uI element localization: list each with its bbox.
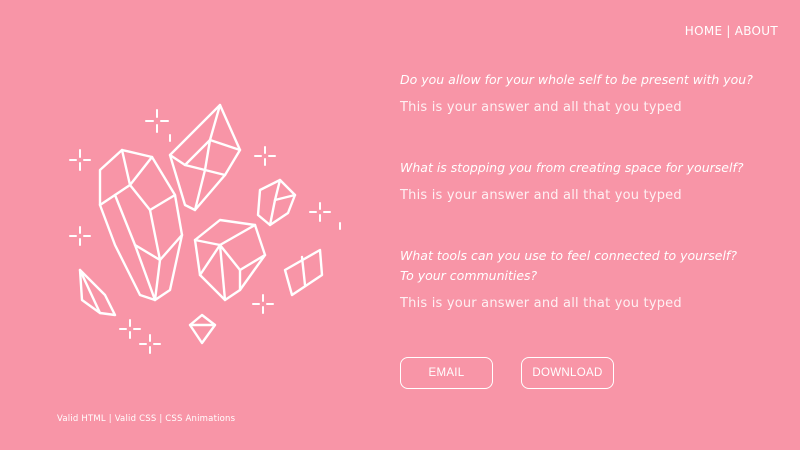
nav-separator: | xyxy=(726,24,731,38)
email-button[interactable]: EMAIL xyxy=(400,357,493,389)
question-text-line1: What tools can you use to feel connected… xyxy=(400,248,737,263)
lower-left-shard-shape xyxy=(78,268,117,317)
qa-item: What tools can you use to feel connected… xyxy=(400,246,780,314)
crystals-illustration xyxy=(60,95,360,365)
page: HOME | ABOUT Do you allow for your whole… xyxy=(0,0,800,450)
question-text: What is stopping you from creating space… xyxy=(400,160,744,175)
qa-item: Do you allow for your whole self to be p… xyxy=(400,70,780,118)
nav-about-link[interactable]: ABOUT xyxy=(735,24,778,38)
right-small-crystal-shape xyxy=(256,178,297,227)
answer-text: This is your answer and all that you typ… xyxy=(400,188,682,203)
large-crystal-shape xyxy=(98,148,184,302)
top-crystal-shape xyxy=(168,103,242,212)
question-text-line2: To your communities? xyxy=(400,268,538,283)
right-shard-shape xyxy=(283,248,324,297)
center-gem-shape xyxy=(193,218,267,302)
question-text: Do you allow for your whole self to be p… xyxy=(400,72,753,87)
download-button[interactable]: DOWNLOAD xyxy=(521,357,614,389)
qa-item: What is stopping you from creating space… xyxy=(400,158,780,206)
answer-text: This is your answer and all that you typ… xyxy=(400,100,682,115)
answer-text: This is your answer and all that you typ… xyxy=(400,296,682,311)
top-nav: HOME | ABOUT xyxy=(685,24,778,38)
crystals-icon xyxy=(69,103,341,354)
footer-text: Valid HTML | Valid CSS | CSS Animations xyxy=(57,414,236,424)
nav-home-link[interactable]: HOME xyxy=(685,24,723,38)
bottom-small-gem-shape xyxy=(188,313,217,345)
